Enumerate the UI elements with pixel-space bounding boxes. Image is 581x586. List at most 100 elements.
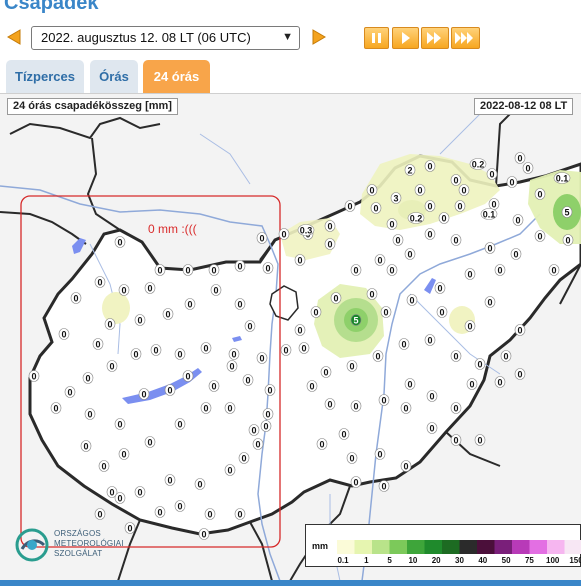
station-marker-highlight[interactable]: 3 bbox=[390, 192, 402, 204]
station-marker[interactable]: 0 bbox=[242, 374, 254, 386]
station-marker[interactable]: 0 bbox=[248, 424, 260, 436]
station-marker-highlight[interactable]: 5 bbox=[350, 314, 362, 326]
station-marker[interactable]: 0 bbox=[344, 200, 356, 212]
station-marker[interactable]: 0 bbox=[494, 264, 506, 276]
station-marker[interactable]: 0 bbox=[64, 386, 76, 398]
station-marker[interactable]: 0 bbox=[174, 418, 186, 430]
station-marker[interactable]: 0 bbox=[398, 338, 410, 350]
station-marker[interactable]: 0 bbox=[134, 314, 146, 326]
station-marker[interactable]: 0 bbox=[450, 174, 462, 186]
station-marker-highlight[interactable]: 0.1 bbox=[480, 208, 498, 220]
station-marker[interactable]: 0 bbox=[450, 350, 462, 362]
station-marker[interactable]: 0 bbox=[346, 452, 358, 464]
station-marker[interactable]: 0 bbox=[174, 500, 186, 512]
station-marker[interactable]: 0 bbox=[522, 162, 534, 174]
arrow-left-icon[interactable] bbox=[5, 28, 23, 46]
station-marker[interactable]: 0 bbox=[514, 324, 526, 336]
station-marker[interactable]: 0 bbox=[256, 232, 268, 244]
station-marker[interactable]: 0 bbox=[400, 460, 412, 472]
station-marker[interactable]: 0 bbox=[94, 276, 106, 288]
station-marker[interactable]: 0 bbox=[118, 284, 130, 296]
station-marker[interactable]: 0 bbox=[208, 264, 220, 276]
station-marker[interactable]: 0 bbox=[380, 306, 392, 318]
station-marker[interactable]: 0 bbox=[426, 422, 438, 434]
station-marker-highlight[interactable]: 0.1 bbox=[553, 172, 571, 184]
station-marker[interactable]: 0 bbox=[264, 384, 276, 396]
station-marker[interactable]: 0 bbox=[466, 378, 478, 390]
station-marker[interactable]: 0 bbox=[84, 408, 96, 420]
station-marker[interactable]: 0 bbox=[404, 378, 416, 390]
station-marker[interactable]: 0 bbox=[184, 298, 196, 310]
station-marker[interactable]: 0 bbox=[224, 402, 236, 414]
station-marker[interactable]: 0 bbox=[434, 282, 446, 294]
play-button[interactable] bbox=[392, 27, 419, 49]
station-marker[interactable]: 0 bbox=[144, 436, 156, 448]
station-marker[interactable]: 0 bbox=[514, 368, 526, 380]
station-marker[interactable]: 0 bbox=[182, 370, 194, 382]
station-marker[interactable]: 0 bbox=[330, 292, 342, 304]
station-marker[interactable]: 0 bbox=[92, 338, 104, 350]
station-marker[interactable]: 0 bbox=[424, 160, 436, 172]
station-marker[interactable]: 0 bbox=[210, 284, 222, 296]
station-marker[interactable]: 0 bbox=[406, 294, 418, 306]
station-marker[interactable]: 0 bbox=[350, 476, 362, 488]
station-marker[interactable]: 0 bbox=[350, 400, 362, 412]
station-marker[interactable]: 0 bbox=[224, 464, 236, 476]
station-marker[interactable]: 0 bbox=[98, 460, 110, 472]
station-marker[interactable]: 0 bbox=[134, 486, 146, 498]
station-marker[interactable]: 0 bbox=[320, 366, 332, 378]
station-marker[interactable]: 0 bbox=[426, 390, 438, 402]
station-marker[interactable]: 0 bbox=[488, 198, 500, 210]
station-marker[interactable]: 0 bbox=[454, 200, 466, 212]
station-marker[interactable]: 0 bbox=[450, 434, 462, 446]
station-marker[interactable]: 0 bbox=[234, 260, 246, 272]
station-marker[interactable]: 0 bbox=[548, 264, 560, 276]
pause-button[interactable] bbox=[364, 27, 389, 49]
station-marker[interactable]: 0 bbox=[154, 264, 166, 276]
precipitation-map[interactable]: 0000000000000000000000000000000000000000… bbox=[0, 93, 581, 580]
station-marker[interactable]: 0 bbox=[534, 188, 546, 200]
station-marker[interactable]: 0 bbox=[294, 324, 306, 336]
station-marker-highlight[interactable]: 2 bbox=[404, 164, 416, 176]
station-marker[interactable]: 0 bbox=[424, 200, 436, 212]
station-marker[interactable]: 0 bbox=[262, 408, 274, 420]
station-marker[interactable]: 0 bbox=[70, 292, 82, 304]
station-marker[interactable]: 0 bbox=[400, 402, 412, 414]
station-marker[interactable]: 0 bbox=[366, 184, 378, 196]
station-marker[interactable]: 0 bbox=[484, 242, 496, 254]
station-marker[interactable]: 0 bbox=[464, 320, 476, 332]
station-marker[interactable]: 0 bbox=[386, 264, 398, 276]
station-marker[interactable]: 0 bbox=[324, 398, 336, 410]
station-marker[interactable]: 0 bbox=[374, 448, 386, 460]
fast-forward-button[interactable] bbox=[421, 27, 449, 49]
station-marker[interactable]: 0 bbox=[350, 264, 362, 276]
station-marker[interactable]: 0 bbox=[464, 268, 476, 280]
station-marker[interactable]: 0 bbox=[244, 320, 256, 332]
station-marker[interactable]: 0 bbox=[94, 508, 106, 520]
station-marker-highlight[interactable]: 5 bbox=[561, 206, 573, 218]
station-marker[interactable]: 0 bbox=[144, 282, 156, 294]
station-marker[interactable]: 0 bbox=[346, 360, 358, 372]
station-marker[interactable]: 0 bbox=[512, 214, 524, 226]
station-marker[interactable]: 0 bbox=[404, 248, 416, 260]
station-marker[interactable]: 0 bbox=[458, 184, 470, 196]
station-marker-highlight[interactable]: 0.2 bbox=[469, 158, 487, 170]
station-marker[interactable]: 0 bbox=[228, 348, 240, 360]
station-marker[interactable]: 0 bbox=[58, 328, 70, 340]
station-marker[interactable]: 0 bbox=[372, 350, 384, 362]
station-marker[interactable]: 0 bbox=[316, 438, 328, 450]
station-marker[interactable]: 0 bbox=[106, 360, 118, 372]
station-marker[interactable]: 0 bbox=[366, 288, 378, 300]
station-marker[interactable]: 0 bbox=[278, 228, 290, 240]
station-marker[interactable]: 0 bbox=[130, 348, 142, 360]
station-marker[interactable]: 0 bbox=[50, 402, 62, 414]
tab-24-oras[interactable]: 24 órás bbox=[143, 60, 210, 93]
station-marker[interactable]: 0 bbox=[174, 348, 186, 360]
station-marker[interactable]: 0 bbox=[414, 184, 426, 196]
station-marker[interactable]: 0 bbox=[338, 428, 350, 440]
station-marker[interactable]: 0 bbox=[486, 168, 498, 180]
station-marker[interactable]: 0 bbox=[506, 176, 518, 188]
station-marker[interactable]: 0 bbox=[256, 352, 268, 364]
station-marker[interactable]: 0 bbox=[424, 228, 436, 240]
station-marker[interactable]: 0 bbox=[114, 236, 126, 248]
